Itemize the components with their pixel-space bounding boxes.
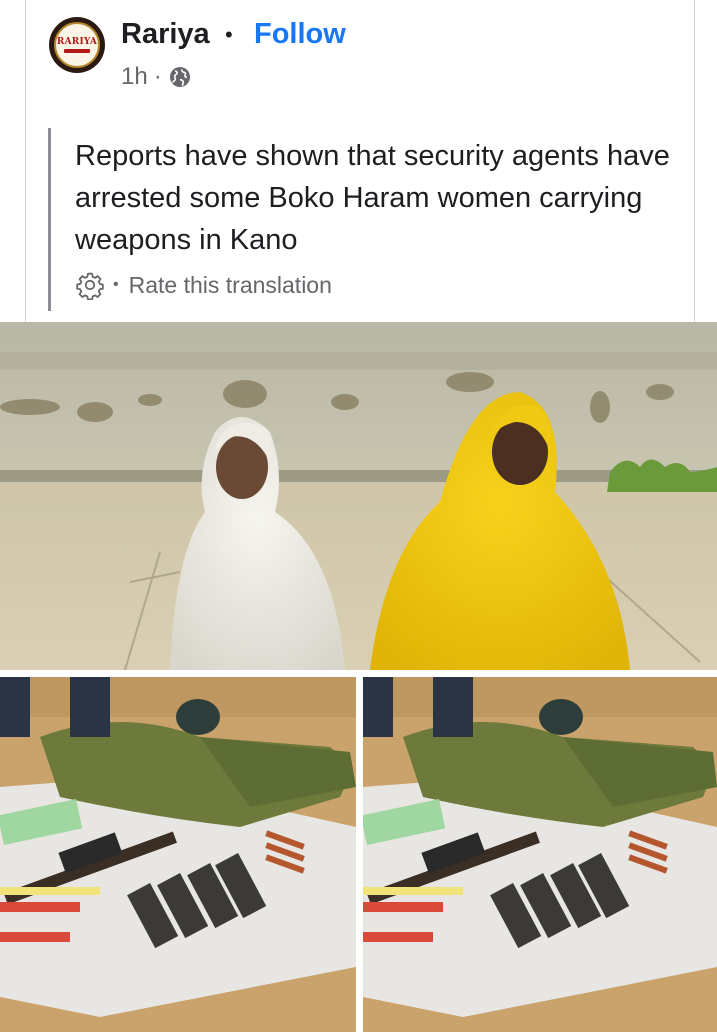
- rate-translation-link[interactable]: Rate this translation: [129, 272, 332, 299]
- logo-text: RARIYA: [56, 37, 98, 47]
- post-photo-women[interactable]: [0, 322, 717, 670]
- translation-row: • Rate this translation: [75, 270, 332, 300]
- globe-icon: [168, 65, 192, 89]
- post-photo-weapons-1[interactable]: [0, 677, 356, 1032]
- translation-separator: •: [113, 276, 119, 293]
- post-time[interactable]: 1h: [121, 63, 148, 91]
- translation-quote-bar: [48, 128, 51, 311]
- author-name[interactable]: Rariya: [121, 18, 210, 51]
- follow-button[interactable]: Follow: [254, 18, 346, 51]
- post-text: Reports have shown that security agents …: [75, 140, 670, 256]
- rariya-logo: RARIYA: [54, 22, 100, 68]
- post-meta: 1h ·: [121, 63, 192, 91]
- page-avatar[interactable]: RARIYA: [49, 17, 105, 73]
- gear-icon[interactable]: [75, 270, 105, 300]
- header-separator: •: [225, 22, 233, 47]
- post-photo-weapons-2[interactable]: [363, 677, 717, 1032]
- meta-separator: ·: [153, 63, 162, 90]
